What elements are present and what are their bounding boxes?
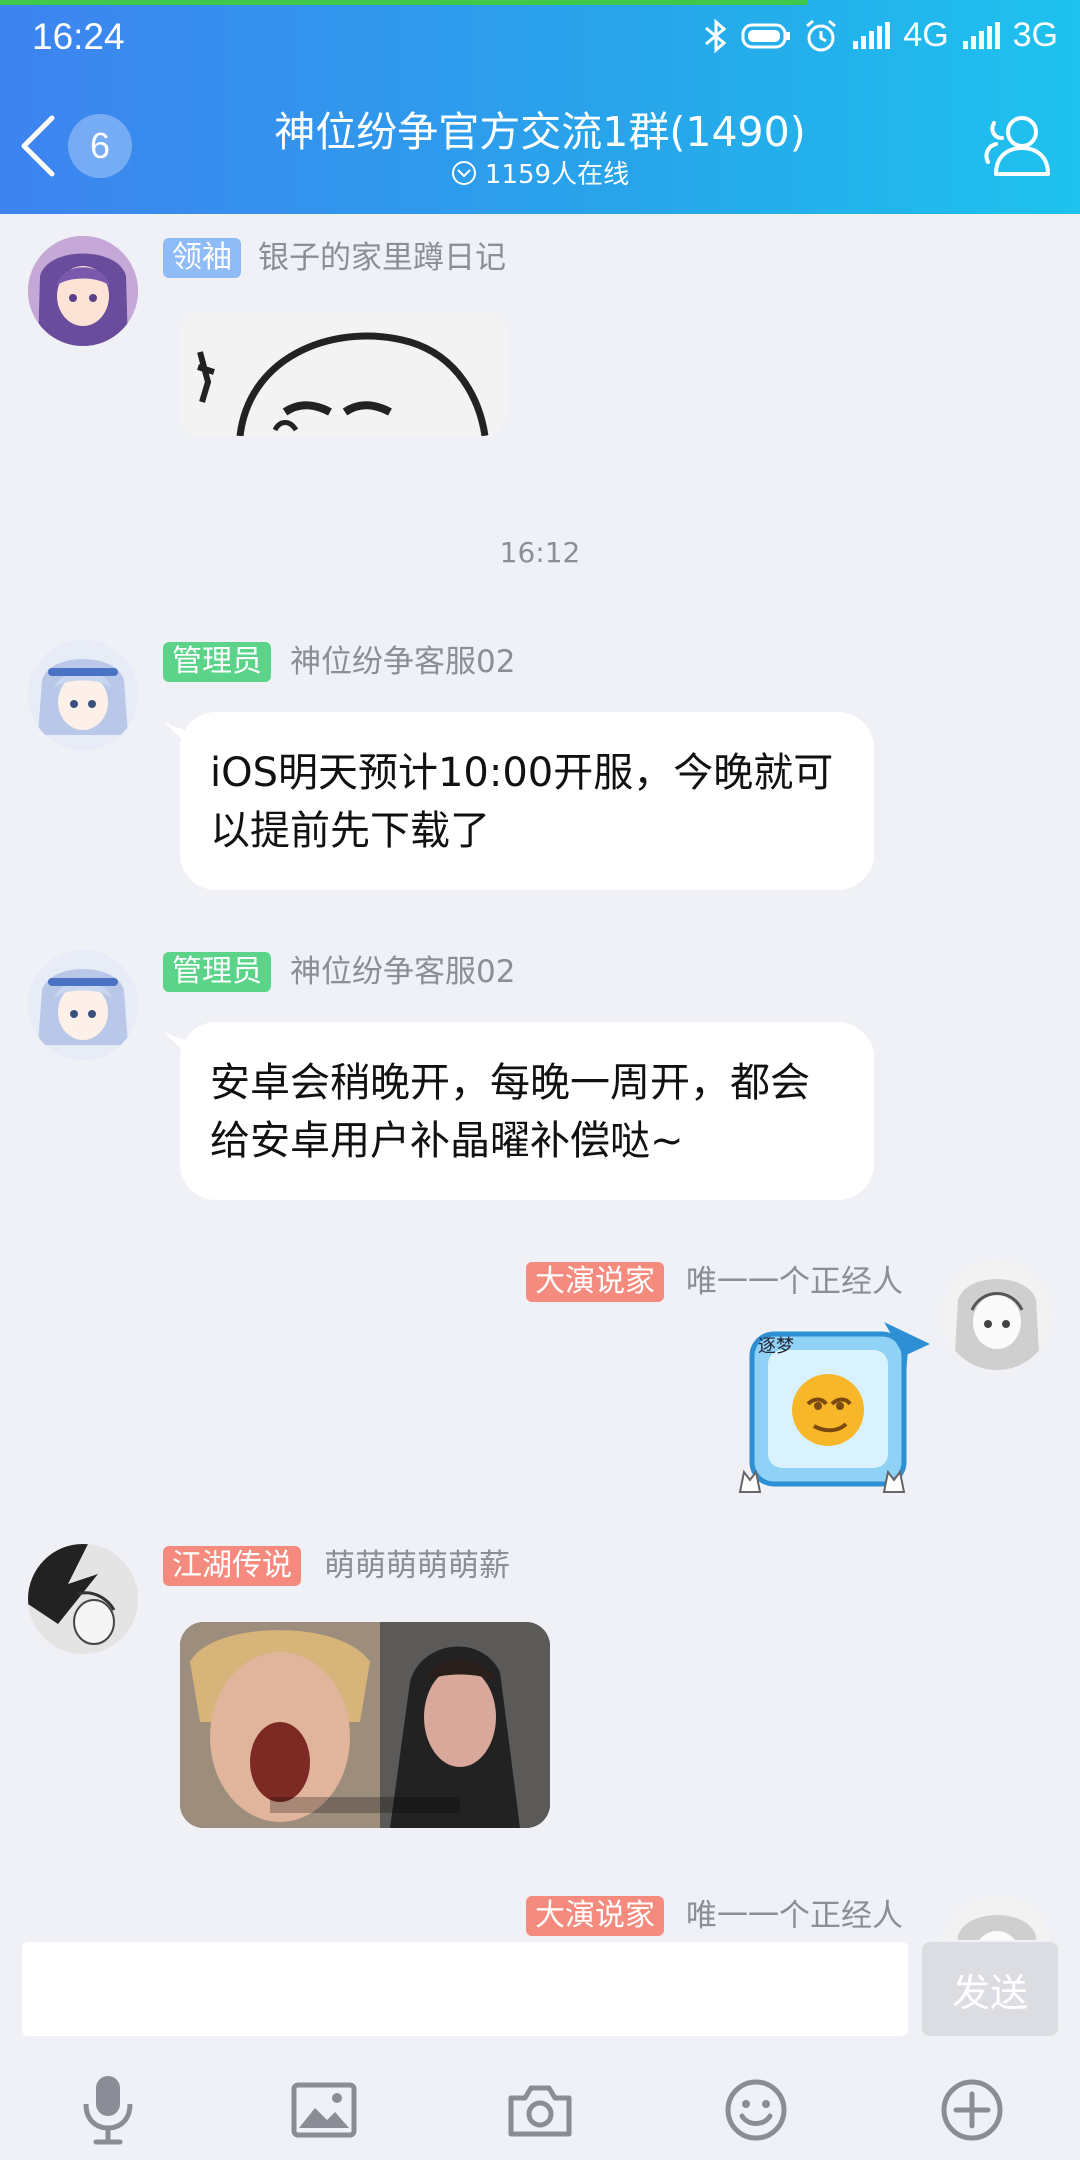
- emoji-icon: [725, 2079, 787, 2141]
- plus-icon: [941, 2079, 1003, 2141]
- sticker-label: 逐梦: [758, 1336, 794, 1357]
- image-message[interactable]: [180, 312, 506, 436]
- admin-badge: 管理员: [163, 642, 271, 682]
- camera-button[interactable]: [500, 2070, 580, 2150]
- message-bubble[interactable]: iOS明天预计10:00开服，今晚就可以提前先下载了: [164, 712, 874, 890]
- chat-header: 16:24 4G 3G 6 神位纷争官方交流1群(1490) 1159人在线: [0, 0, 1080, 214]
- group-title: 神位纷争官方交流1群(1490): [274, 108, 806, 156]
- message-list[interactable]: 领袖 银子的家里蹲日记 16:12 管理员 神位纷争客服02 iOS明天预计10…: [0, 214, 1080, 1940]
- emoji-button[interactable]: [716, 2070, 796, 2150]
- signal-icon: [962, 21, 1000, 49]
- alarm-icon: [806, 19, 837, 51]
- group-members-button[interactable]: [980, 108, 1056, 184]
- timestamp: 16:12: [499, 536, 581, 569]
- sender-name[interactable]: 唯一一个正经人: [686, 1262, 903, 1302]
- send-button[interactable]: 发送: [922, 1942, 1058, 2036]
- mic-icon: [83, 2076, 133, 2145]
- avatar[interactable]: [942, 1260, 1052, 1370]
- member-title-badge: 领袖: [163, 238, 241, 278]
- message-text: 安卓会稍晚开，每晚一周开，都会给安卓用户补晶曜补偿哒~: [210, 1060, 810, 1164]
- signal-icon: [853, 21, 891, 49]
- message-text: iOS明天预计10:00开服，今晚就可以提前先下载了: [210, 750, 834, 854]
- avatar[interactable]: [28, 640, 138, 750]
- chevron-down-circle-icon: [451, 160, 476, 185]
- avatar[interactable]: [28, 1544, 138, 1654]
- voice-button[interactable]: [68, 2070, 148, 2150]
- sender-name[interactable]: 萌萌萌萌萌薪: [324, 1546, 510, 1586]
- network-type-2: 3G: [1012, 16, 1058, 54]
- status-icons: 4G 3G: [703, 16, 1058, 55]
- status-time: 16:24: [32, 16, 125, 57]
- camera-icon: [508, 2085, 572, 2137]
- online-count-text: 1159人在线: [484, 160, 630, 190]
- page-load-progress: [0, 0, 808, 5]
- member-title-badge: 江湖传说: [163, 1546, 301, 1586]
- gallery-button[interactable]: [284, 2070, 364, 2150]
- image-message[interactable]: [180, 1622, 550, 1828]
- sender-name[interactable]: 唯一一个正经人: [686, 1896, 903, 1936]
- image-icon: [291, 2082, 357, 2138]
- sender-name[interactable]: 银子的家里蹲日记: [258, 238, 506, 278]
- avatar[interactable]: [942, 1896, 1052, 1940]
- admin-badge: 管理员: [163, 952, 271, 992]
- message-bubble[interactable]: 安卓会稍晚开，每晚一周开，都会给安卓用户补晶曜补偿哒~: [164, 1022, 874, 1200]
- avatar[interactable]: [28, 950, 138, 1060]
- member-title-badge: 大演说家: [526, 1262, 664, 1302]
- bubble-tail: [164, 1032, 198, 1062]
- group-members-icon: [984, 116, 1050, 176]
- bubble-tail: [164, 722, 198, 752]
- sticker-message[interactable]: 逐梦: [734, 1312, 934, 1512]
- online-count[interactable]: 1159人在线: [0, 154, 1080, 191]
- more-button[interactable]: [932, 2070, 1012, 2150]
- network-type-1: 4G: [903, 16, 949, 54]
- message-input[interactable]: [22, 1942, 908, 2036]
- input-bar: 发送: [0, 1940, 1080, 2160]
- bluetooth-icon: [705, 18, 727, 53]
- battery-icon: [741, 23, 791, 48]
- member-title-badge: 大演说家: [526, 1896, 664, 1936]
- sender-name[interactable]: 神位纷争客服02: [290, 952, 515, 992]
- avatar[interactable]: [28, 236, 138, 346]
- sender-name[interactable]: 神位纷争客服02: [290, 642, 515, 682]
